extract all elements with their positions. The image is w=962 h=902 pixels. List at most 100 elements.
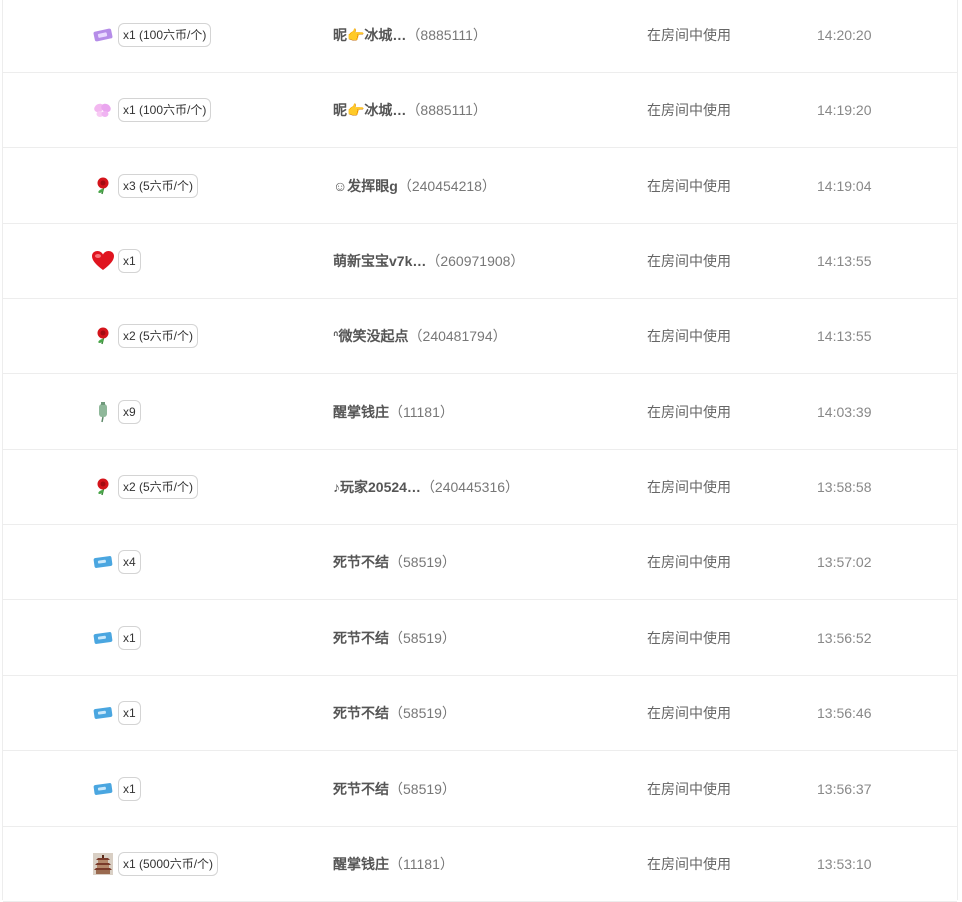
user-name[interactable]: 死节不结 xyxy=(333,552,389,572)
gift-quantity: x1 (5000六币/个) xyxy=(118,852,219,876)
blue-ticket-icon xyxy=(91,550,115,574)
gift-cell: x1 (5000六币/个) xyxy=(91,827,219,901)
blue-ticket-icon xyxy=(91,626,115,650)
user-id: （240454218） xyxy=(397,178,496,194)
timestamp: 14:13:55 xyxy=(817,328,872,344)
gift-cell: x1 (100六币/个) xyxy=(91,0,212,72)
user-name[interactable]: 醒掌钱庄 xyxy=(333,402,389,422)
timestamp: 14:20:20 xyxy=(817,27,872,43)
gift-cell: x4 xyxy=(91,525,141,599)
user-name[interactable]: 昵👉冰城… xyxy=(333,100,406,120)
user-id: （260971908） xyxy=(426,253,525,269)
gift-cell: x1 xyxy=(91,601,141,675)
heart-icon xyxy=(91,249,115,273)
gift-quantity: x1 xyxy=(118,249,141,273)
action-label: 在房间中使用 xyxy=(647,253,731,269)
user-id: （58519） xyxy=(389,554,456,570)
user-cell[interactable]: 死节不结 （58519） xyxy=(333,752,456,826)
list-item: x3 (5六币/个) ☺发挥眼g （240454218） 在房间中使用 14:1… xyxy=(3,149,957,224)
action-label: 在房间中使用 xyxy=(647,554,731,570)
user-name[interactable]: 死节不结 xyxy=(333,628,389,648)
gift-quantity: x3 (5六币/个) xyxy=(118,174,199,198)
action-label: 在房间中使用 xyxy=(647,178,731,194)
list-item: x1 萌新宝宝v7k… （260971908） 在房间中使用 14:13:55 xyxy=(3,224,957,299)
gift-quantity: x1 xyxy=(118,777,141,801)
timestamp: 13:57:02 xyxy=(817,554,872,570)
rose-icon xyxy=(91,324,115,348)
user-cell[interactable]: 死节不结 （58519） xyxy=(333,525,456,599)
rose-icon xyxy=(91,475,115,499)
user-cell[interactable]: 昵👉冰城… （8885111） xyxy=(333,0,487,72)
timestamp: 13:58:58 xyxy=(817,479,872,495)
gift-quantity: x1 (100六币/个) xyxy=(118,98,212,122)
action-label: 在房间中使用 xyxy=(647,856,731,872)
gift-usage-list: x1 (100六币/个) 昵👉冰城… （8885111） 在房间中使用 14:2… xyxy=(2,0,958,902)
user-cell[interactable]: 萌新宝宝v7k… （260971908） xyxy=(333,224,524,298)
user-id: （58519） xyxy=(389,705,456,721)
user-cell[interactable]: 醒掌钱庄 （11181） xyxy=(333,375,454,449)
gift-quantity: x1 (100六币/个) xyxy=(118,23,212,47)
user-cell[interactable]: 昵👉冰城… （8885111） xyxy=(333,73,487,147)
user-cell[interactable]: ♪玩家20524… （240445316） xyxy=(333,450,519,524)
timestamp: 13:56:46 xyxy=(817,705,872,721)
gift-cell: x1 xyxy=(91,752,141,826)
user-name[interactable]: 死节不结 xyxy=(333,779,389,799)
gift-quantity: x9 xyxy=(118,400,141,424)
timestamp: 13:56:52 xyxy=(817,630,872,646)
user-id: （240445316） xyxy=(420,479,520,495)
gift-quantity: x4 xyxy=(118,550,141,574)
user-name[interactable]: ᐢ微笑没起点 xyxy=(333,326,409,346)
user-name[interactable]: ♪玩家20524… xyxy=(333,477,421,497)
list-item: x1 (100六币/个) 昵👉冰城… （8885111） 在房间中使用 14:1… xyxy=(3,73,957,148)
pink-butterfly-icon xyxy=(91,98,115,122)
user-cell[interactable]: 醒掌钱庄 （11181） xyxy=(333,827,454,901)
list-item: x1 死节不结 （58519） 在房间中使用 13:56:46 xyxy=(3,676,957,751)
user-id: （11181） xyxy=(389,856,454,872)
gift-cell: x2 (5六币/个) xyxy=(91,450,199,524)
list-item: x1 (100六币/个) 昵👉冰城… （8885111） 在房间中使用 14:2… xyxy=(3,0,957,73)
gift-cell: x1 (100六币/个) xyxy=(91,73,212,147)
user-cell[interactable]: ☺发挥眼g （240454218） xyxy=(333,149,496,223)
action-label: 在房间中使用 xyxy=(647,328,731,344)
action-label: 在房间中使用 xyxy=(647,630,731,646)
user-id: （8885111） xyxy=(406,102,487,118)
user-id: （58519） xyxy=(389,781,456,797)
user-name[interactable]: 死节不结 xyxy=(333,703,389,723)
gift-cell: x2 (5六币/个) xyxy=(91,299,199,373)
timestamp: 14:19:20 xyxy=(817,102,872,118)
gift-quantity: x2 (5六币/个) xyxy=(118,475,199,499)
list-item: x1 死节不结 （58519） 在房间中使用 13:56:52 xyxy=(3,601,957,676)
gift-cell: x1 xyxy=(91,224,141,298)
gift-cell: x3 (5六币/个) xyxy=(91,149,199,223)
purple-ticket-icon xyxy=(91,23,115,47)
user-cell[interactable]: ᐢ微笑没起点 （240481794） xyxy=(333,299,507,373)
action-label: 在房间中使用 xyxy=(647,781,731,797)
gift-cell: x1 xyxy=(91,676,141,750)
blue-ticket-icon xyxy=(91,777,115,801)
timestamp: 13:53:10 xyxy=(817,856,872,872)
action-label: 在房间中使用 xyxy=(647,479,731,495)
gift-quantity: x2 (5六币/个) xyxy=(118,324,199,348)
list-item: x4 死节不结 （58519） 在房间中使用 13:57:02 xyxy=(3,525,957,600)
pagoda-icon xyxy=(91,852,115,876)
user-id: （58519） xyxy=(389,630,456,646)
user-id: （11181） xyxy=(389,404,454,420)
green-bottle-icon xyxy=(91,400,115,424)
user-cell[interactable]: 死节不结 （58519） xyxy=(333,601,456,675)
list-item: x2 (5六币/个) ♪玩家20524… （240445316） 在房间中使用 … xyxy=(3,450,957,525)
timestamp: 13:56:37 xyxy=(817,781,872,797)
user-name[interactable]: ☺发挥眼g xyxy=(333,176,398,196)
action-label: 在房间中使用 xyxy=(647,705,731,721)
user-name[interactable]: 昵👉冰城… xyxy=(333,25,406,45)
timestamp: 14:19:04 xyxy=(817,178,872,194)
action-label: 在房间中使用 xyxy=(647,404,731,420)
user-name[interactable]: 醒掌钱庄 xyxy=(333,854,389,874)
user-name[interactable]: 萌新宝宝v7k… xyxy=(333,251,426,271)
list-item: x1 死节不结 （58519） 在房间中使用 13:56:37 xyxy=(3,752,957,827)
gift-quantity: x1 xyxy=(118,701,141,725)
rose-icon xyxy=(91,174,115,198)
user-id: （240481794） xyxy=(408,328,507,344)
user-cell[interactable]: 死节不结 （58519） xyxy=(333,676,456,750)
timestamp: 14:03:39 xyxy=(817,404,872,420)
list-item: x2 (5六币/个) ᐢ微笑没起点 （240481794） 在房间中使用 14:… xyxy=(3,299,957,374)
